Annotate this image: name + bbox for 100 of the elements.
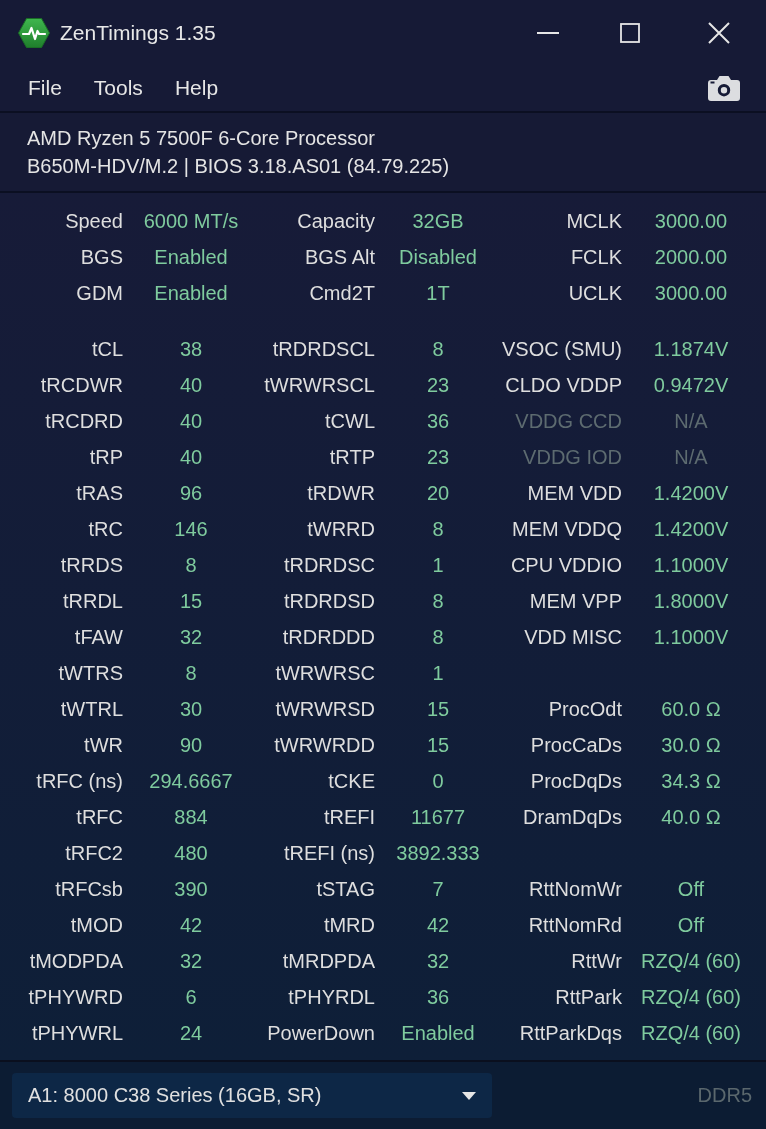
setting-label: RttNomRd [528,913,622,937]
setting-value: 15 [179,589,203,613]
memory-type-label: DDR5 [697,1084,752,1107]
setting-label: tRDRDSD [283,589,375,613]
menu-item[interactable]: Help [158,70,235,106]
module-dropdown[interactable]: A1: 8000 C38 Series (16GB, SR) [12,1073,492,1118]
setting-value: 90 [179,733,203,757]
maximize-icon [620,22,640,43]
setting-label: MEM VDDQ [512,517,622,541]
summary-label: UCLK [568,281,622,305]
setting-label: tMODPDA [29,949,123,973]
setting-label: RttNomWr [529,877,622,901]
setting-value: 32 [179,949,203,973]
setting-value: 23 [426,373,450,397]
summary-label: Cmd2T [309,281,375,305]
setting-value: 8 [432,589,444,613]
summary-value: Disabled [399,245,477,269]
setting-value: 96 [179,481,203,505]
setting-value: 42 [426,913,450,937]
menu-item[interactable]: File [12,70,78,106]
setting-value: N/A [674,445,708,469]
setting-value: 8 [185,661,197,685]
setting-value: 480 [174,841,208,865]
setting-label: tMRDPDA [282,949,375,973]
setting-label: tRFCsb [55,877,123,901]
setting-label: tRAS [76,481,123,505]
setting-label: VDDG CCD [515,409,622,433]
summary-label: FCLK [570,245,622,269]
summary-value: 3000.00 [654,209,728,233]
setting-value: 40 [179,373,203,397]
summary-value: 6000 MT/s [143,209,239,233]
setting-label: ProcDqDs [530,769,622,793]
summary-value: Enabled [154,245,228,269]
setting-value: 42 [179,913,203,937]
setting-label: CLDO VDDP [505,373,622,397]
setting-value: 294.6667 [149,769,233,793]
setting-label: tPHYWRD [28,985,123,1009]
camera-icon [708,75,740,101]
setting-label: tMOD [70,913,123,937]
setting-value: 34.3 Ω [661,769,721,793]
summary-label: MCLK [566,209,622,233]
setting-value: 0 [432,769,444,793]
summary-value: 3000.00 [654,281,728,305]
setting-value: 30 [179,697,203,721]
setting-value: 6 [185,985,197,1009]
setting-value: 15 [426,697,450,721]
setting-label: PowerDown [267,1021,375,1045]
setting-label: MEM VPP [529,589,622,613]
setting-label: tPHYRDL [288,985,375,1009]
setting-value: 8 [432,517,444,541]
setting-value: 11677 [410,805,466,829]
setting-value: 40 [179,409,203,433]
setting-value: 1 [432,661,444,685]
caret-icon [462,1091,476,1100]
setting-label: RttPark [555,985,622,1009]
screenshot-button[interactable] [708,75,740,101]
setting-label: ProcCaDs [530,733,622,757]
setting-label: tRC [88,517,123,541]
setting-value: 15 [426,733,450,757]
close-icon [708,21,730,44]
summary-label: BGS [80,245,123,269]
setting-value: 1 [432,553,444,577]
setting-value: 38 [179,337,203,361]
setting-label: RttParkDqs [519,1021,622,1045]
setting-label: tCKE [328,769,375,793]
setting-value: 36 [426,985,450,1009]
setting-value: 390 [174,877,208,901]
setting-label: tREFI [323,805,375,829]
setting-value: 1.8000V [653,589,729,613]
setting-label: tRDRDSCL [272,337,375,361]
setting-value: 3892.333 [396,841,480,865]
setting-value: RZQ/4 (60) [641,985,741,1009]
setting-value: 1.1000V [653,553,729,577]
setting-value: 146 [174,517,208,541]
menu-item[interactable]: Tools [77,70,159,106]
setting-label: tWRWRSC [275,661,375,685]
setting-label: tRTP [329,445,375,469]
window-title: ZenTimings 1.35 [60,20,216,45]
setting-label: tRCDWR [40,373,123,397]
setting-value: 1.4200V [653,517,729,541]
summary-value: Enabled [154,281,228,305]
summary-label: Speed [65,209,123,233]
setting-label: tRCDRD [45,409,123,433]
setting-value: 32 [426,949,450,973]
setting-label: ProcOdt [548,697,622,721]
setting-value: N/A [674,409,708,433]
summary-label: GDM [76,281,123,305]
setting-value: 60.0 Ω [661,697,721,721]
setting-label: CPU VDDIO [510,553,622,577]
setting-value: Off [677,913,705,937]
setting-value: 20 [426,481,450,505]
summary-label: Capacity [297,209,375,233]
setting-label: tWTRL [60,697,123,721]
setting-label: tWRWRSCL [264,373,375,397]
setting-value: 884 [174,805,208,829]
setting-label: tWTRS [58,661,123,685]
setting-label: tFAW [74,625,123,649]
setting-value: RZQ/4 (60) [641,1021,741,1045]
setting-label: VDD MISC [524,625,622,649]
setting-label: tRRDL [63,589,123,613]
